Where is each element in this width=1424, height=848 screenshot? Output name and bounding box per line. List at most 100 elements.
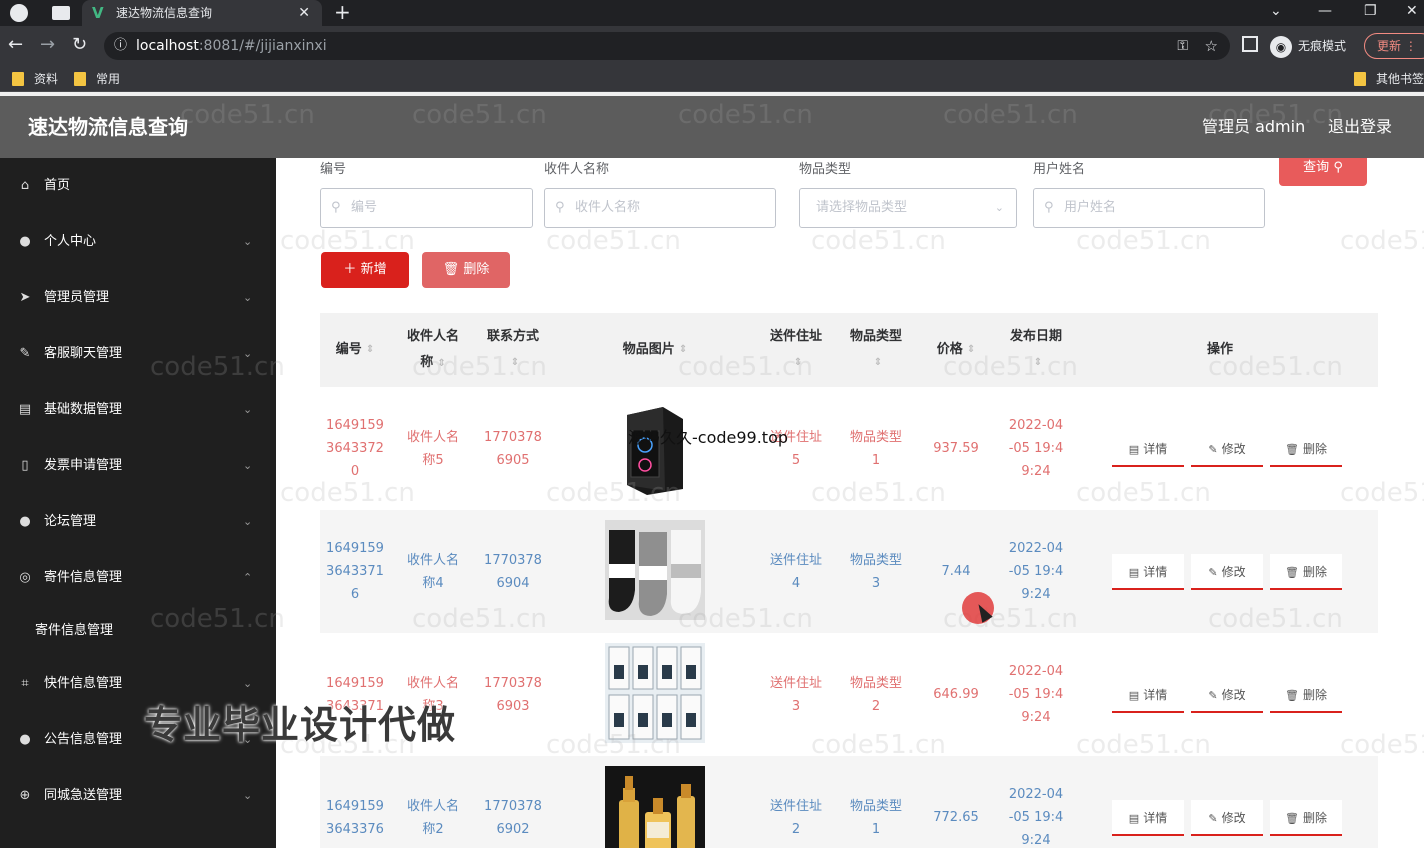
cell-text: 物品类型 [849,429,902,445]
cell-text: 9:24 [1021,833,1051,848]
sidebar-item-basic-data[interactable]: ▤ 基础数据管理 ⌄ [0,382,276,438]
address-bar[interactable]: ⓘ localhost:8081/#/jijianxinxi ⚿ ☆ [104,32,1230,60]
detail-button[interactable]: ▤ 详情 [1112,800,1184,836]
browser-tab[interactable]: V 速达物流信息查询 ✕ [82,0,322,26]
restore-icon[interactable]: ❐ [1364,0,1377,22]
yonghu-input[interactable]: ⚲ 用户姓名 [1033,188,1265,228]
trash-icon: 🗑 [1285,566,1299,579]
add-button[interactable]: ＋ 新增 [321,252,409,288]
tab-close-icon[interactable]: ✕ [298,0,310,26]
tab-search-icon[interactable] [52,6,70,20]
search-icon: ⚲ [1044,200,1054,215]
th-lianxi[interactable]: 联系方式 ⇕ [478,313,548,387]
delete-button[interactable]: 🗑 删除 [1270,431,1342,467]
trash-icon: 🗑 [1285,689,1299,702]
th-dizhi-label: 送件住址 [769,329,822,344]
edit-button[interactable]: ✎ 修改 [1191,431,1263,467]
window-close-icon[interactable]: ✕ [1406,0,1418,22]
th-dizhi[interactable]: 送件住址 ⇕ [760,313,832,387]
new-tab-button[interactable]: + [334,0,351,24]
side-panel-icon[interactable] [1242,36,1258,52]
chevron-down-icon: ⌄ [243,347,253,360]
sidebar-item-home[interactable]: ⌂ 首页 [0,158,276,214]
th-caozuo: 操作 [1100,313,1340,387]
shoujianren-input[interactable]: ⚲ 收件人名称 [544,188,776,228]
sort-icon[interactable]: ⇕ [366,337,374,363]
cell-lianxi: 1770378 6903 [478,633,548,756]
reload-icon[interactable]: ↻ [72,34,87,56]
edit-button[interactable]: ✎ 修改 [1191,800,1263,836]
cell-text: 物品类型 [849,675,902,691]
sidebar-item-invoice[interactable]: ▯ 发票申请管理 ⌄ [0,438,276,494]
sort-icon[interactable]: ⇕ [794,350,802,376]
bookmark-star-icon[interactable]: ☆ [1205,32,1218,60]
socks-image[interactable] [605,520,705,620]
sidebar-item-city-express[interactable]: ⊕ 同城急送管理 ⌄ [0,768,276,824]
detail-button[interactable]: ▤ 详情 [1112,431,1184,467]
cell-text: 3 [871,575,881,591]
site-info-icon[interactable]: ⓘ [114,32,127,60]
cell-text: 送件住址 [769,798,822,814]
edit-button[interactable]: ✎ 修改 [1191,677,1263,713]
bianhao-input[interactable]: ⚲ 编号 [320,188,533,228]
logout-link[interactable]: 退出登录 [1328,96,1392,158]
promo-banner-text: 专业毕业设计代做 [144,703,457,747]
sidebar-item-forum[interactable]: ● 论坛管理 ⌄ [0,494,276,550]
query-button[interactable]: 查询 ⚲ [1279,158,1367,186]
delete-button[interactable]: 🗑 删除 [1270,554,1342,590]
incognito-indicator[interactable]: ◉ 无痕模式 [1270,34,1346,58]
cell-text: 1649159 [326,798,384,814]
filter-label-wupin: 物品类型 [799,162,852,177]
bulk-delete-button[interactable]: 🗑 删除 [422,252,510,288]
delete-button[interactable]: 🗑 删除 [1270,800,1342,836]
th-leixing[interactable]: 物品类型 ⇕ [840,313,912,387]
cell-text: 646.99 [933,687,979,702]
sort-icon[interactable]: ⇕ [679,337,687,363]
sidebar-item-shipment[interactable]: ◎ 寄件信息管理 ⌃ [0,550,276,606]
bookmark-folder-changyong[interactable]: 常用 [74,66,120,92]
url-path: :8081/#/jijianxinxi [198,38,327,54]
sort-icon[interactable]: ⇕ [437,358,445,369]
sidebar-item-admin[interactable]: ➤ 管理员管理 ⌄ [0,270,276,326]
update-label: 更新 [1377,39,1402,53]
sidebar-item-chat[interactable]: ✎ 客服聊天管理 ⌄ [0,326,276,382]
th-riqi[interactable]: 发布日期 ⇕ [1000,313,1072,387]
back-arrow-icon[interactable]: ← [8,34,23,56]
sort-icon[interactable]: ⇕ [967,337,975,363]
wupin-select[interactable]: 请选择物品类型 ⌄ [799,188,1017,228]
other-bookmarks[interactable]: 其他书签 [1354,66,1424,92]
browser-profile-icon[interactable] [10,4,28,22]
cell-leixing: 物品类型 1 [840,756,912,848]
cell-text: 3 [791,698,801,714]
sort-icon[interactable]: ⇕ [1034,350,1042,376]
key-icon[interactable]: ⚿ [1177,32,1188,60]
delete-button[interactable]: 🗑 删除 [1270,677,1342,713]
minimize-icon[interactable]: — [1318,0,1332,22]
th-bianhao[interactable]: 编号 ⇕ [320,313,390,387]
sidebar-item-personal-center[interactable]: ● 个人中心 ⌄ [0,214,276,270]
trash-icon: 🗑 [1285,812,1299,825]
forward-arrow-icon[interactable]: → [40,34,55,56]
th-shoujianren[interactable]: 收件人名称 ⇕ [398,313,468,387]
tea-boxes-image[interactable] [605,643,705,743]
edit-icon: ✎ [1208,689,1218,702]
tab-list-chevron-icon[interactable]: ⌄ [1270,0,1282,22]
edit-button[interactable]: ✎ 修改 [1191,554,1263,590]
th-tupian[interactable]: 物品图片 ⇕ [600,313,710,387]
cell-text: 送件住址 [769,552,822,568]
sidebar-item-label: 论坛管理 [44,514,97,529]
cell-text: 物品类型 [849,798,902,814]
cell-leixing: 物品类型 1 [840,387,912,510]
sort-icon[interactable]: ⇕ [874,350,882,376]
sidebar-subitem-shipment[interactable]: 寄件信息管理 [0,606,276,656]
bulb-icon: ● [19,732,31,747]
detail-button[interactable]: ▤ 详情 [1112,554,1184,590]
cell-bianhao: 1649159 3643372 0 [320,387,390,510]
th-jiage[interactable]: 价格 ⇕ [920,313,992,387]
update-button[interactable]: 更新 ⋮ [1364,33,1424,59]
detail-button[interactable]: ▤ 详情 [1112,677,1184,713]
bookmark-folder-ziliao[interactable]: 资料 [12,66,58,92]
browser-tab-bar: V 速达物流信息查询 ✕ + ⌄ — ❐ ✕ [0,0,1424,26]
sort-icon[interactable]: ⇕ [511,350,519,376]
serum-bottles-image[interactable] [605,766,705,848]
